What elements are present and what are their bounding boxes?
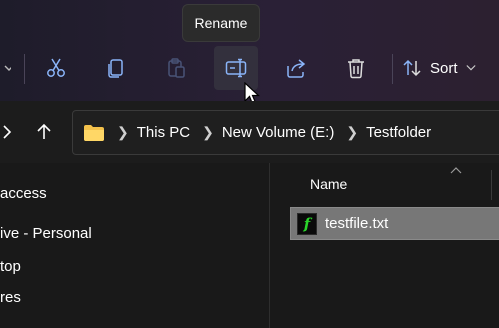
copy-button[interactable] (94, 46, 138, 90)
paste-icon (168, 58, 185, 78)
nav-item-desktop[interactable]: top (0, 258, 21, 275)
folder-icon (84, 124, 104, 141)
address-bar[interactable]: ❯ This PC ❯ New Volume (E:) ❯ Testfolder (72, 110, 499, 155)
breadcrumb-testfolder[interactable]: Testfolder (366, 124, 431, 141)
sort-button[interactable]: Sort (402, 52, 476, 84)
up-button[interactable] (30, 118, 58, 146)
chevron-up-icon (450, 167, 462, 174)
nav-item-onedrive[interactable]: ive - Personal (0, 225, 92, 242)
toolbar-separator (392, 54, 393, 84)
nav-item-quick-access[interactable]: access (0, 185, 47, 202)
cut-icon (47, 58, 65, 77)
new-menu-chevron[interactable] (0, 46, 22, 90)
rename-icon (225, 58, 247, 78)
expand-button[interactable] (0, 118, 22, 146)
chevron-down-icon (4, 65, 11, 71)
column-header-name[interactable]: Name (310, 176, 347, 192)
file-row[interactable]: f testfile.txt (290, 207, 499, 240)
nav-item-pictures[interactable]: res (0, 289, 21, 306)
delete-button[interactable] (334, 46, 378, 90)
chevron-right-icon: ❯ (346, 124, 359, 140)
sort-label: Sort (430, 59, 458, 77)
text-file-icon: f (297, 212, 317, 235)
pane-divider[interactable] (269, 163, 270, 328)
chevron-right-icon: ❯ (202, 124, 214, 140)
sort-icon (403, 59, 421, 77)
breadcrumb-this-pc[interactable]: This PC (137, 124, 190, 141)
column-divider[interactable] (491, 170, 492, 200)
paste-button[interactable] (154, 46, 198, 90)
file-name: testfile.txt (325, 215, 389, 232)
toolbar-separator (24, 54, 25, 84)
copy-icon (108, 59, 123, 78)
chevron-down-icon (465, 65, 476, 71)
navigation-pane: access ive - Personal top res (0, 163, 270, 328)
share-button[interactable] (274, 46, 318, 90)
rename-tooltip: Rename (182, 4, 260, 42)
share-icon (287, 59, 306, 78)
cut-button[interactable] (34, 46, 78, 90)
chevron-right-icon: ❯ (117, 124, 129, 140)
arrow-up-icon (37, 123, 51, 139)
delete-icon (348, 59, 364, 79)
chevron-right-icon (3, 125, 12, 139)
breadcrumb-new-volume[interactable]: New Volume (E:) (222, 124, 335, 141)
